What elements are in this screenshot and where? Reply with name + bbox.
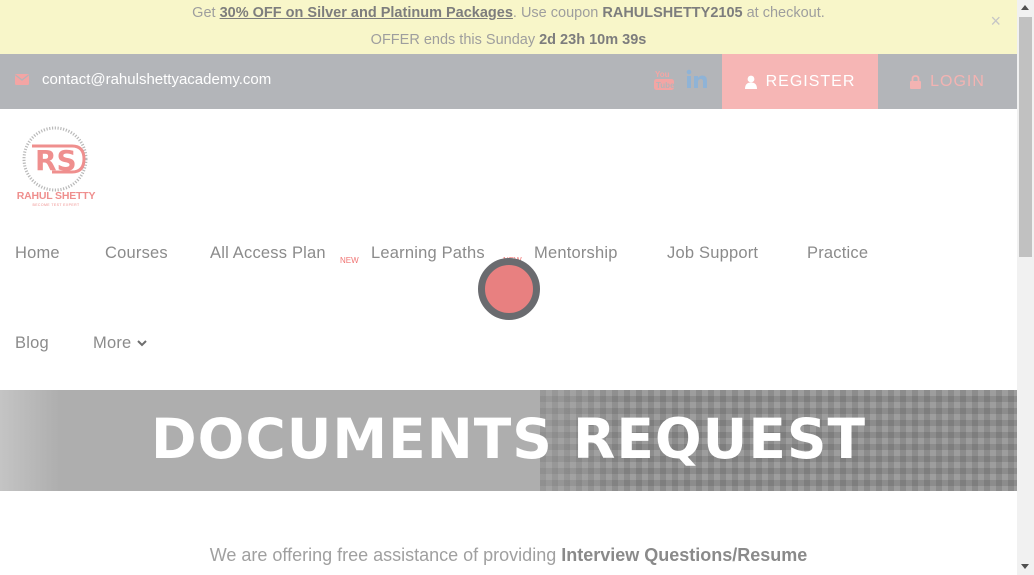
page-title: DOCUMENTS REQUEST (150, 407, 867, 471)
intro-text: We are offering free assistance of provi… (0, 545, 1017, 566)
login-label: LOGIN (930, 72, 985, 90)
logo-brand: RAHUL SHETTY (16, 190, 96, 202)
loading-spinner (478, 258, 540, 320)
intro-text-plain: We are offering free assistance of provi… (209, 545, 562, 565)
promo-offer-link[interactable]: 30% OFF on Silver and Platinum Packages (220, 5, 513, 21)
login-button[interactable]: LOGIN (878, 54, 1017, 109)
promo-suffix: at checkout. (742, 5, 825, 21)
site-logo[interactable]: RS RAHUL SHETTY BECOME TEST EXPERT (14, 126, 98, 212)
nav-job-support[interactable]: Job Support (667, 244, 758, 263)
scrollbar-thumb[interactable] (1019, 17, 1032, 257)
promo-banner: Get 30% OFF on Silver and Platinum Packa… (0, 0, 1017, 54)
svg-text:Tube: Tube (656, 81, 674, 90)
contact-email[interactable]: contact@rahulshettyacademy.com (15, 71, 271, 88)
nav-learning-paths[interactable]: Learning Paths (371, 244, 485, 263)
lock-icon (910, 74, 922, 89)
promo-line: Get 30% OFF on Silver and Platinum Packa… (0, 0, 1017, 27)
linkedin-icon[interactable] (686, 67, 708, 91)
promo-middle: . Use coupon (512, 5, 603, 21)
countdown-timer: 2d 23h 10m 39s (539, 32, 647, 48)
logo-tagline: BECOME TEST EXPERT (32, 203, 80, 207)
contact-email-text: contact@rahulshettyacademy.com (42, 71, 272, 88)
scroll-down-arrow[interactable] (1021, 564, 1029, 569)
envelope-icon (15, 74, 29, 85)
nav-practice[interactable]: Practice (807, 244, 868, 263)
user-icon (744, 75, 757, 89)
coupon-code: RAHULSHETTY2105 (602, 5, 743, 21)
close-icon[interactable]: × (990, 12, 1001, 30)
nav-courses[interactable]: Courses (105, 244, 168, 263)
nav-more-label: More (93, 334, 132, 352)
nav-blog[interactable]: Blog (15, 334, 49, 353)
new-badge: NEW (340, 256, 359, 265)
nav-mentorship[interactable]: Mentorship (534, 244, 618, 263)
promo-countdown-line: OFFER ends this Sunday 2d 23h 10m 39s (0, 27, 1017, 54)
social-links: You Tube (654, 67, 708, 91)
scroll-up-arrow[interactable] (1021, 5, 1029, 10)
nav-more[interactable]: More (93, 334, 148, 353)
hero-banner: DOCUMENTS REQUEST (0, 390, 1017, 491)
vertical-scrollbar[interactable] (1017, 0, 1034, 575)
nav-home[interactable]: Home (15, 244, 60, 263)
register-label: REGISTER (765, 72, 856, 90)
top-bar: contact@rahulshettyacademy.com You Tube R… (0, 54, 1017, 109)
register-button[interactable]: REGISTER (722, 54, 878, 109)
logo-mark: RS (22, 126, 88, 192)
offer-ends-label: OFFER ends this Sunday (370, 32, 540, 48)
svg-text:You: You (655, 70, 670, 79)
nav-all-access-plan[interactable]: All Access Plan (210, 244, 326, 263)
promo-prefix: Get (192, 5, 220, 21)
chevron-down-icon (137, 340, 148, 347)
logo-monogram: RS (35, 144, 77, 177)
intro-text-bold: Interview Questions/Resume (561, 545, 808, 565)
youtube-icon[interactable]: You Tube (654, 67, 674, 91)
